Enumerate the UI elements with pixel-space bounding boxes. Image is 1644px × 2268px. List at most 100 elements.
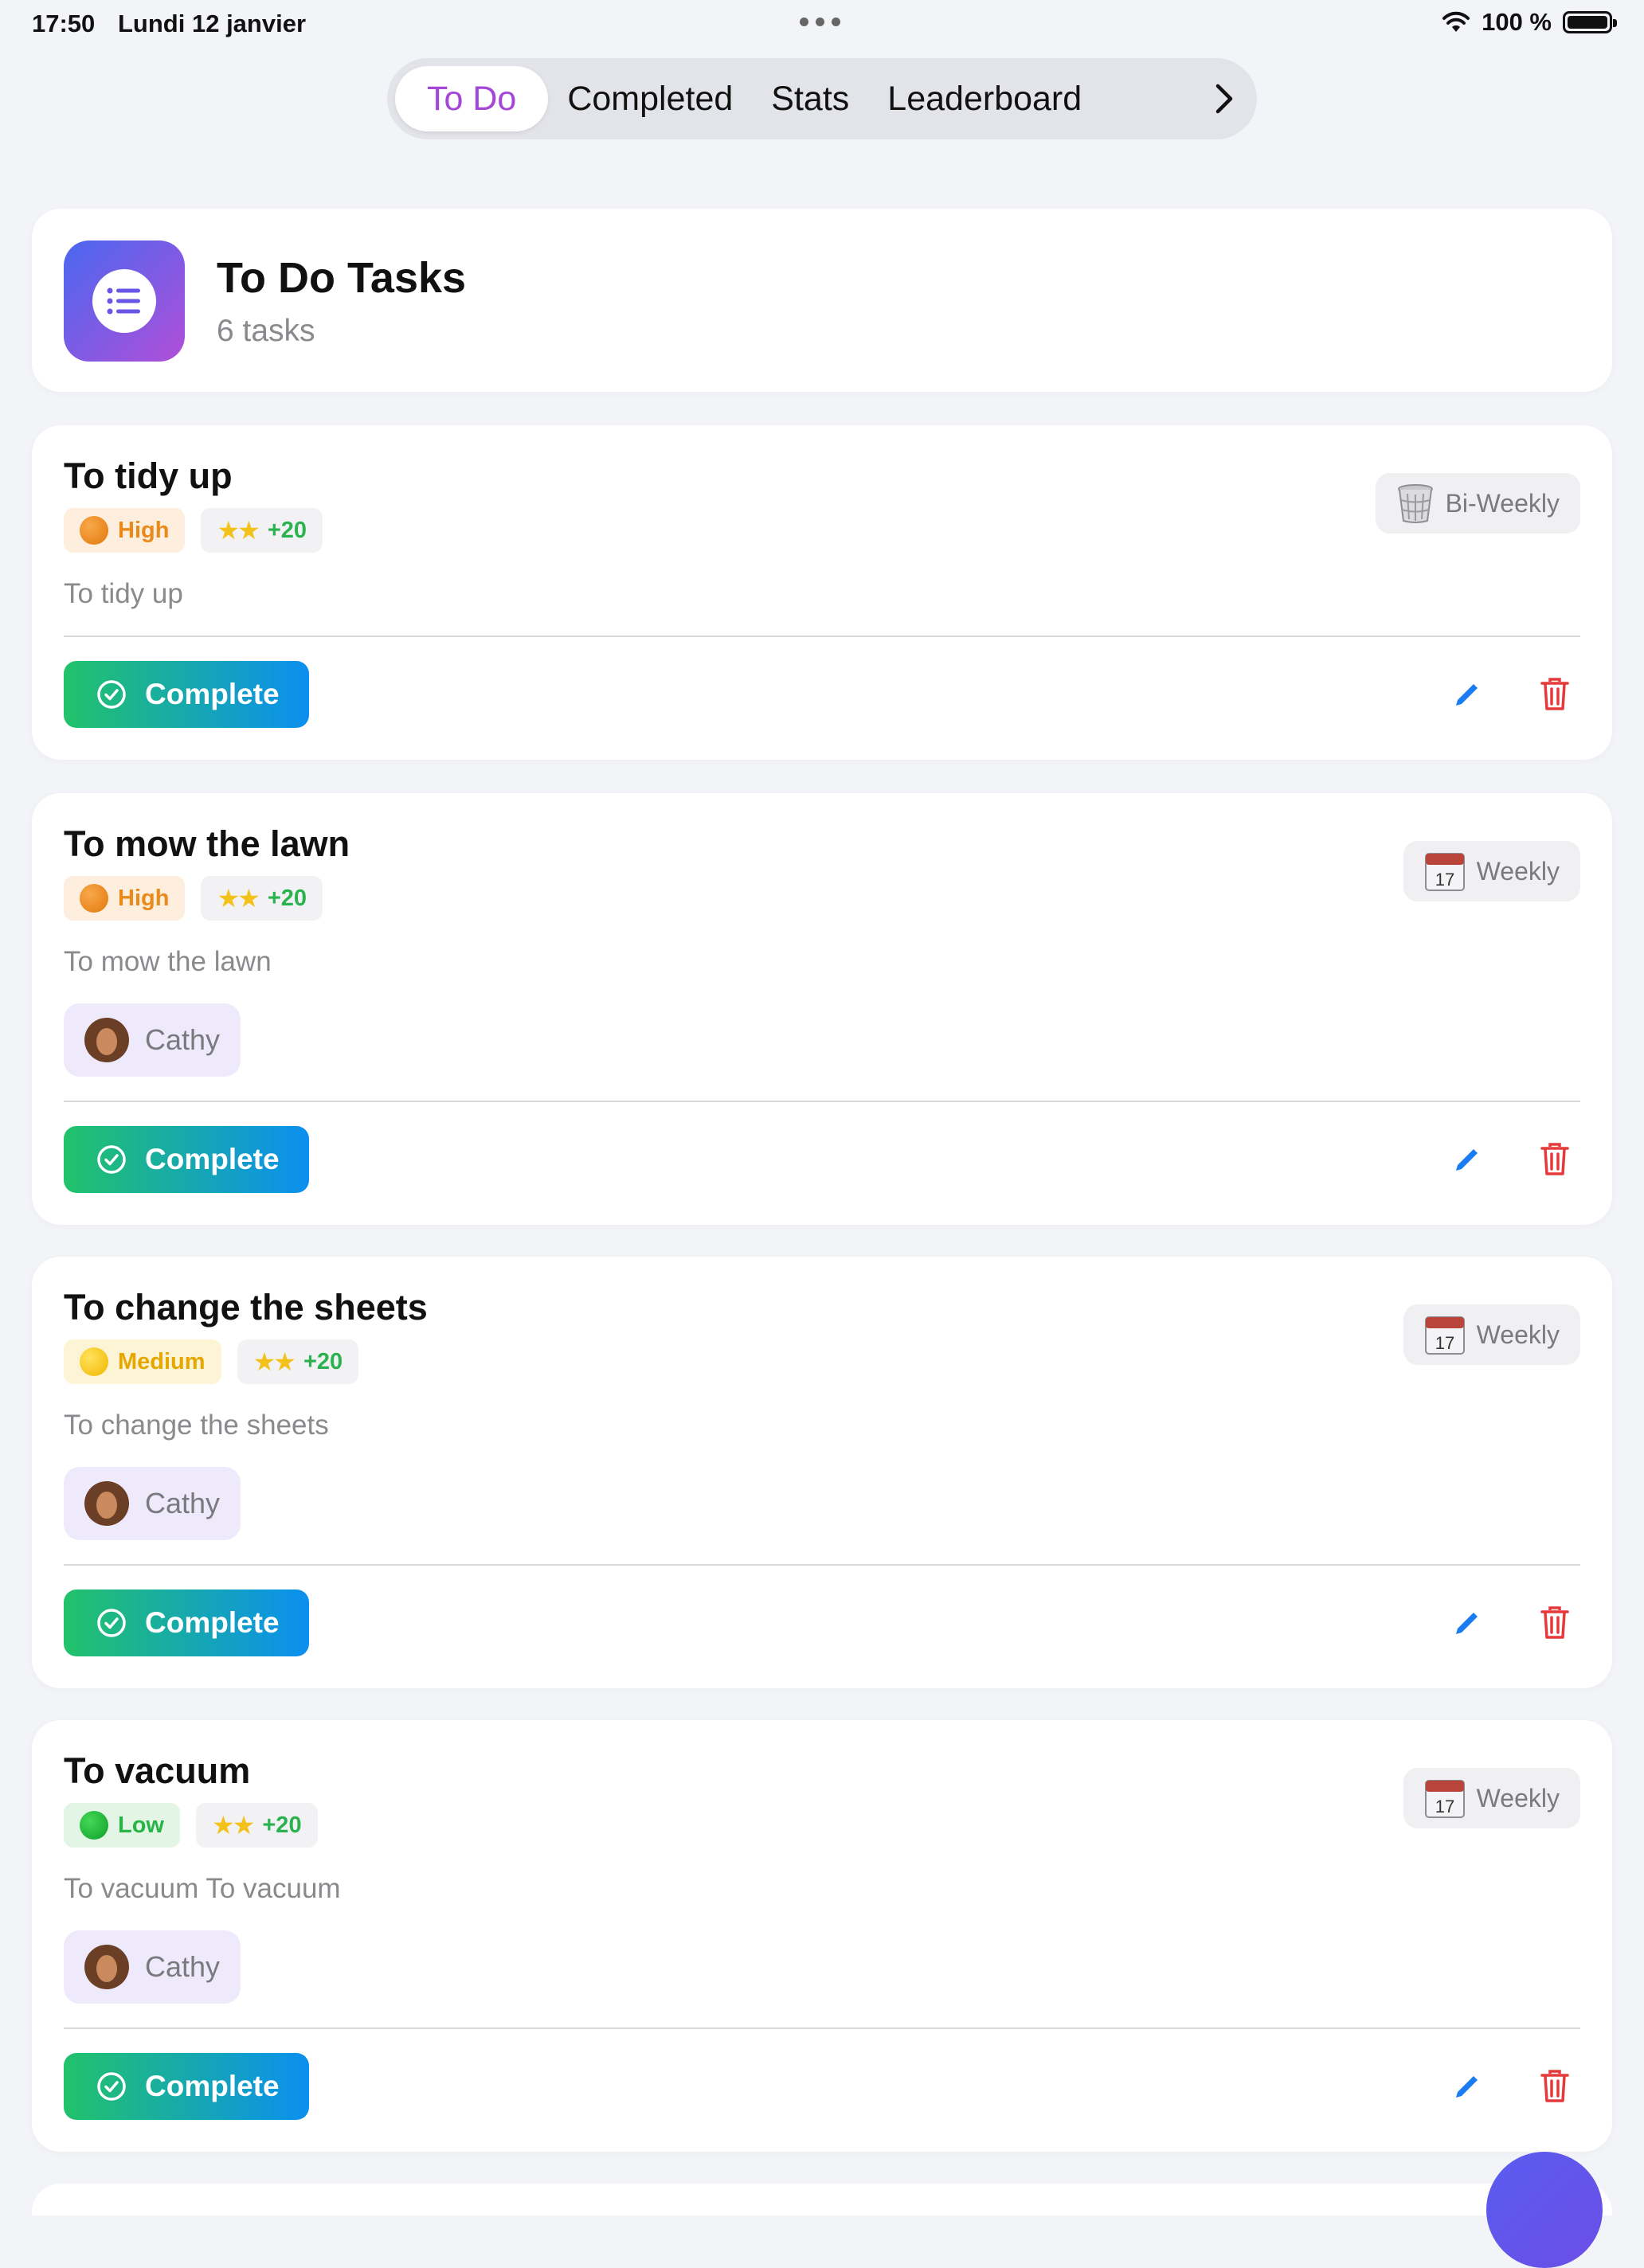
stars-icon: ★★ xyxy=(212,1811,255,1840)
task-title: To vacuum xyxy=(64,1750,251,1791)
task-title: To tidy up xyxy=(64,456,233,496)
orange-circle-icon xyxy=(80,516,108,545)
tab-completed[interactable]: Completed xyxy=(548,66,752,131)
divider xyxy=(64,1101,1580,1102)
list-icon xyxy=(64,240,185,362)
task-card: To vacuum Low ★★ +20 17 Weekly To vacuum… xyxy=(32,1720,1612,2152)
checkmark-circle-icon xyxy=(97,1145,126,1174)
status-date: Lundi 12 janvier xyxy=(118,10,307,37)
priority-badge: High xyxy=(64,508,186,553)
frequency-badge: 17 Weekly xyxy=(1403,1304,1580,1365)
priority-label: Medium xyxy=(118,1348,206,1374)
frequency-badge: Bi-Weekly xyxy=(1375,473,1580,534)
avatar xyxy=(84,1945,129,1989)
stars-icon: ★★ xyxy=(217,516,260,545)
complete-button[interactable]: Complete xyxy=(64,2053,309,2120)
green-circle-icon xyxy=(80,1811,108,1840)
task-title: To change the sheets xyxy=(64,1287,428,1328)
divider xyxy=(64,635,1580,637)
assignee-chip: Cathy xyxy=(64,1930,241,2004)
complete-label: Complete xyxy=(145,678,280,710)
complete-label: Complete xyxy=(145,1143,280,1175)
status-bar: 17:50 Lundi 12 janvier 100 % xyxy=(0,0,1644,48)
trash-icon[interactable] xyxy=(1534,1139,1576,1180)
pencil-icon[interactable] xyxy=(1446,674,1488,715)
assignee-name: Cathy xyxy=(145,1023,221,1056)
pencil-icon[interactable] xyxy=(1446,1139,1488,1180)
calendar-day: 17 xyxy=(1435,1333,1454,1353)
task-description: To change the sheets xyxy=(64,1410,329,1441)
task-count: 6 tasks xyxy=(217,314,315,348)
orange-circle-icon xyxy=(80,884,108,913)
avatar xyxy=(84,1018,129,1062)
calendar-day: 17 xyxy=(1435,870,1454,890)
battery-percent: 100 % xyxy=(1482,8,1552,36)
pencil-icon[interactable] xyxy=(1446,1602,1488,1644)
checkmark-circle-icon xyxy=(97,2072,126,2101)
priority-badge: Low xyxy=(64,1803,180,1848)
task-card: To change the sheets Medium ★★ +20 17 We… xyxy=(32,1257,1612,1688)
trash-icon[interactable] xyxy=(1534,2066,1576,2107)
battery-icon xyxy=(1563,11,1617,33)
frequency-label: Weekly xyxy=(1476,856,1560,886)
frequency-label: Weekly xyxy=(1476,1320,1560,1349)
priority-label: Low xyxy=(118,1812,164,1838)
task-card: To mow the lawn High ★★ +20 17 Weekly To… xyxy=(32,793,1612,1225)
page-title: To Do Tasks xyxy=(217,254,467,302)
calendar-icon: 17 xyxy=(1424,853,1465,891)
trash-icon[interactable] xyxy=(1534,674,1576,715)
frequency-badge: 17 Weekly xyxy=(1403,1768,1580,1828)
checkmark-circle-icon xyxy=(97,1609,126,1637)
wifi-icon xyxy=(1442,11,1470,32)
add-task-button[interactable] xyxy=(1486,2152,1603,2268)
assignee-name: Cathy xyxy=(145,1487,221,1519)
task-description: To mow the lawn xyxy=(64,946,272,977)
task-description: To vacuum To vacuum xyxy=(64,1873,341,1904)
priority-badge: Medium xyxy=(64,1339,221,1384)
priority-label: High xyxy=(118,885,170,911)
tab-to-do[interactable]: To Do xyxy=(395,66,549,131)
complete-button[interactable]: Complete xyxy=(64,1590,309,1656)
assignee-chip: Cathy xyxy=(64,1003,241,1077)
priority-badge: High xyxy=(64,876,186,921)
multitasking-dots-icon[interactable] xyxy=(800,18,840,26)
chevron-right-icon[interactable] xyxy=(1214,83,1249,115)
task-card: To tidy up High ★★ +20 Bi-Weekly To tidy… xyxy=(32,425,1612,760)
header-card: To Do Tasks 6 tasks xyxy=(32,209,1612,392)
yellow-circle-icon xyxy=(80,1347,108,1376)
points-label: +20 xyxy=(303,1348,343,1374)
tab-leaderboard[interactable]: Leaderboard xyxy=(868,66,1101,131)
divider xyxy=(64,2028,1580,2029)
frequency-badge: 17 Weekly xyxy=(1403,841,1580,901)
calendar-day: 17 xyxy=(1435,1797,1454,1816)
points-badge: ★★ +20 xyxy=(201,508,323,553)
points-badge: ★★ +20 xyxy=(196,1803,318,1848)
complete-button[interactable]: Complete xyxy=(64,1126,309,1193)
status-time: 17:50 xyxy=(32,10,96,37)
stars-icon: ★★ xyxy=(217,884,260,913)
calendar-icon: 17 xyxy=(1424,1780,1465,1818)
task-description: To tidy up xyxy=(64,578,183,609)
tab-bar: To Do Completed Stats Leaderboard xyxy=(387,58,1257,139)
complete-label: Complete xyxy=(145,2070,280,2102)
assignee-chip: Cathy xyxy=(64,1467,241,1540)
avatar xyxy=(84,1481,129,1526)
checkmark-circle-icon xyxy=(97,680,126,709)
points-label: +20 xyxy=(262,1812,302,1838)
stars-icon: ★★ xyxy=(252,1347,296,1376)
tab-stats[interactable]: Stats xyxy=(752,66,868,131)
complete-label: Complete xyxy=(145,1606,280,1639)
frequency-label: Bi-Weekly xyxy=(1445,488,1560,518)
divider xyxy=(64,1564,1580,1566)
wastebasket-icon xyxy=(1397,484,1433,523)
trash-icon[interactable] xyxy=(1534,1602,1576,1644)
calendar-icon: 17 xyxy=(1424,1316,1465,1355)
frequency-label: Weekly xyxy=(1476,1783,1560,1812)
points-badge: ★★ +20 xyxy=(201,876,323,921)
points-badge: ★★ +20 xyxy=(237,1339,359,1384)
task-title: To mow the lawn xyxy=(64,823,350,864)
pencil-icon[interactable] xyxy=(1446,2066,1488,2107)
complete-button[interactable]: Complete xyxy=(64,661,309,728)
points-label: +20 xyxy=(267,517,307,543)
points-label: +20 xyxy=(267,885,307,911)
